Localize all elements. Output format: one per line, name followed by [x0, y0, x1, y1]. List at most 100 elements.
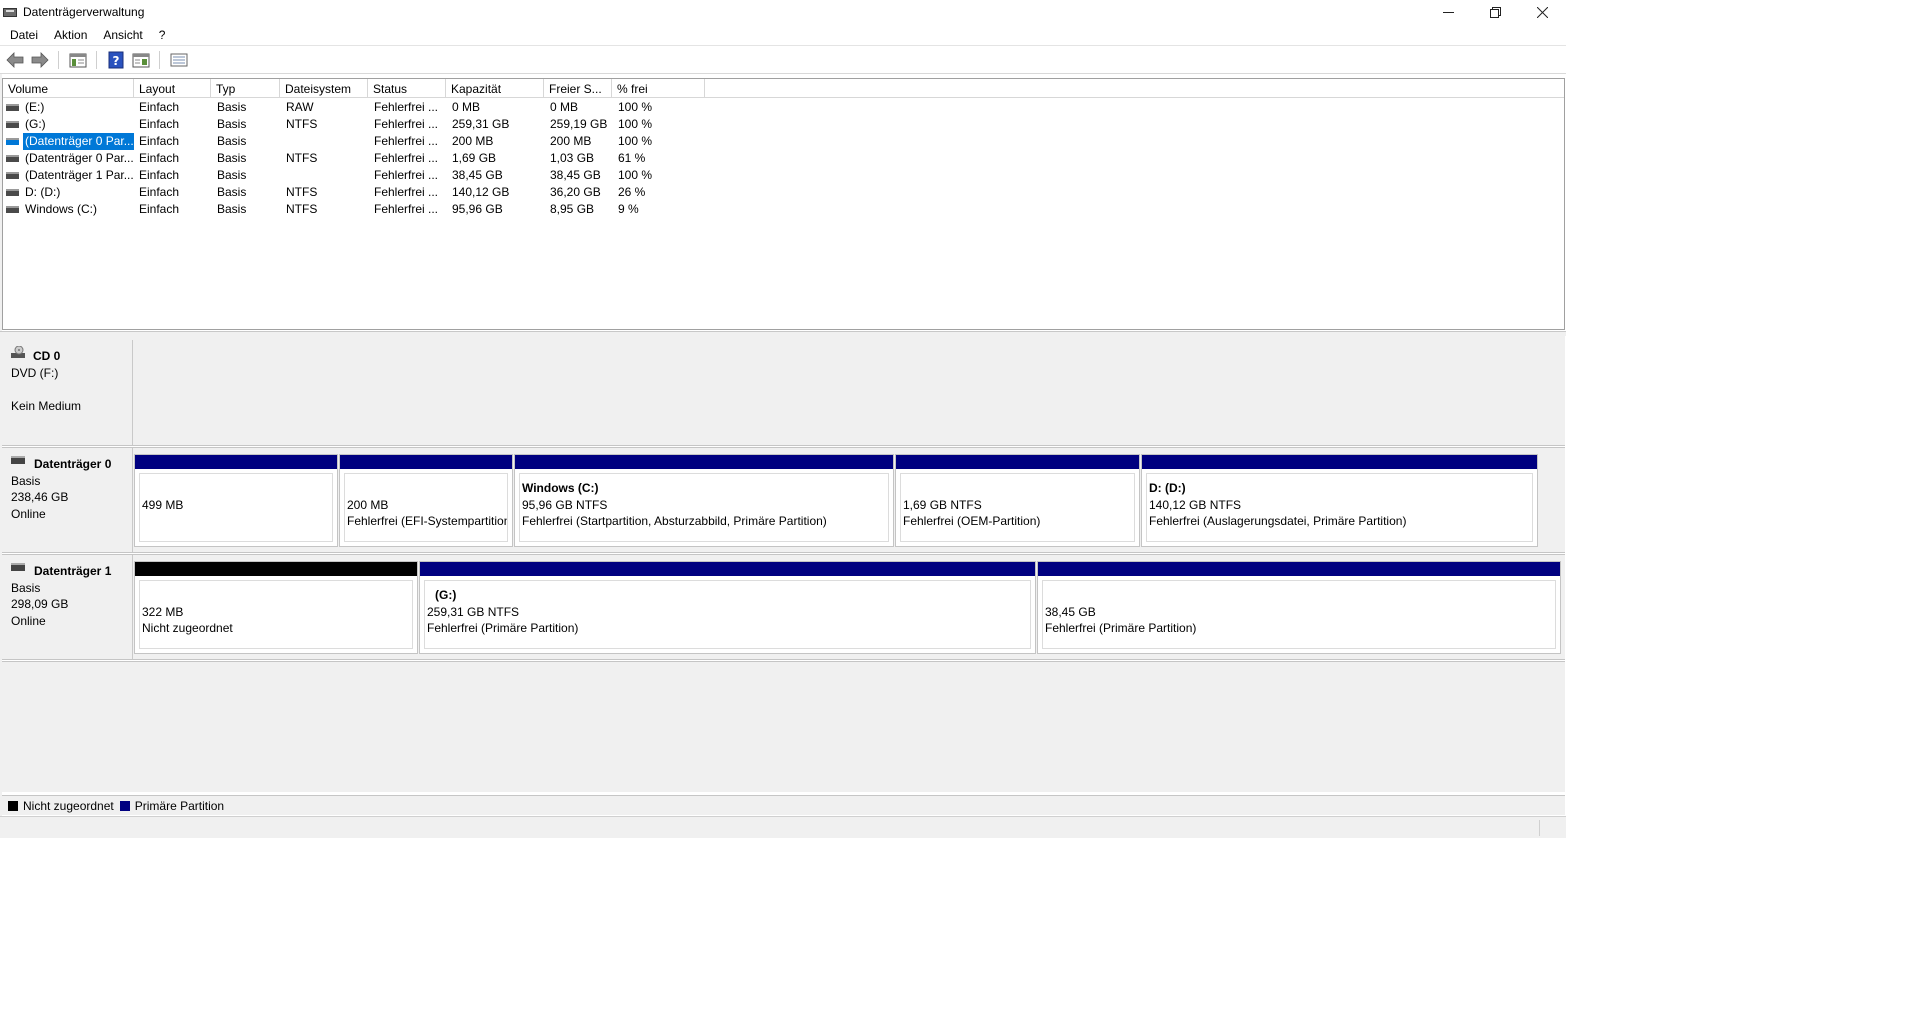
partition-disk0-recovery[interactable]: 499 MB	[134, 454, 338, 547]
disk-size: 298,09 GB	[11, 597, 69, 611]
toolbar: ?	[0, 47, 1566, 74]
partition-status: Fehlerfrei (Auslagerungsdatei, Primäre P…	[1149, 514, 1407, 528]
partition-disk0-efi[interactable]: 200 MB Fehlerfrei (EFI-Systempartition)	[339, 454, 513, 547]
volume-percent-free: 100 %	[618, 117, 653, 131]
disk-graphical-view[interactable]: CD 0 DVD (F:) Kein Medium Datenträger 0 …	[2, 336, 1565, 792]
toolbar-separator	[96, 51, 97, 69]
disk-row-cd0: CD 0 DVD (F:) Kein Medium	[2, 340, 1565, 445]
disk-info-cd0[interactable]: CD 0 DVD (F:) Kein Medium	[2, 340, 133, 445]
partition-disk0-oem[interactable]: 1,69 GB NTFS Fehlerfrei (OEM-Partition)	[895, 454, 1140, 547]
disk-type: DVD (F:)	[11, 365, 59, 380]
volume-free-space: 200 MB	[550, 134, 592, 148]
disk-info-disk0[interactable]: Datenträger 0 Basis 238,46 GB Online	[2, 448, 133, 552]
volume-row-g[interactable]: (G:) Einfach Basis NTFS Fehlerfrei ... 2…	[3, 116, 1564, 133]
back-button[interactable]	[3, 49, 27, 71]
column-header-volume[interactable]: Volume	[3, 79, 134, 98]
legend: Nicht zugeordnet Primäre Partition	[2, 795, 1565, 815]
volume-row-c[interactable]: Windows (C:) Einfach Basis NTFS Fehlerfr…	[3, 201, 1564, 218]
column-header-type[interactable]: Typ	[211, 79, 280, 98]
disk-status: Online	[11, 613, 46, 628]
partition-name: D: (D:)	[1149, 481, 1186, 495]
column-header-status[interactable]: Status	[368, 79, 446, 98]
volume-icon	[6, 206, 19, 213]
volume-capacity: 140,12 GB	[452, 185, 510, 199]
volume-percent-free: 100 %	[618, 134, 653, 148]
help-button[interactable]: ?	[104, 49, 128, 71]
hard-disk-icon	[11, 563, 25, 572]
column-header-percent-free[interactable]: % frei	[612, 79, 705, 98]
volume-layout: Einfach	[139, 134, 180, 148]
volume-type: Basis	[217, 151, 247, 165]
column-header-filesystem[interactable]: Dateisystem	[280, 79, 368, 98]
volume-layout: Einfach	[139, 202, 180, 216]
disk-management-app-icon	[3, 5, 19, 19]
menu-aktion[interactable]: Aktion	[46, 24, 95, 46]
column-header-capacity[interactable]: Kapazität	[446, 79, 544, 98]
volume-filesystem: NTFS	[286, 117, 318, 131]
volume-list-header: Volume Layout Typ Dateisystem Status Kap…	[3, 79, 1564, 98]
forward-button[interactable]	[28, 49, 52, 71]
volume-name: (Datenträger 1 Par...	[25, 168, 134, 182]
column-header-layout[interactable]: Layout	[134, 79, 211, 98]
list-view-button[interactable]	[167, 49, 191, 71]
partition-bar	[135, 562, 417, 576]
legend-swatch-primary	[119, 800, 130, 811]
partition-disk1-primary[interactable]: 38,45 GB Fehlerfrei (Primäre Partition)	[1037, 561, 1561, 654]
console-tree-icon	[69, 53, 87, 68]
show-console-tree-button[interactable]	[66, 49, 90, 71]
disk-separator	[2, 659, 1565, 662]
toolbar-separator	[58, 51, 59, 69]
partition-g[interactable]: (G:) 259,31 GB NTFS Fehlerfrei (Primäre …	[419, 561, 1036, 654]
window-title: Datenträgerverwaltung	[23, 5, 145, 19]
forward-arrow-icon	[31, 52, 49, 68]
volume-free-space: 36,20 GB	[550, 185, 601, 199]
volume-row-disk1-partition[interactable]: (Datenträger 1 Par... Einfach Basis Fehl…	[3, 167, 1564, 184]
volume-free-space: 0 MB	[550, 100, 579, 114]
partition-bar	[420, 562, 1035, 576]
volume-icon	[6, 138, 19, 145]
restore-icon	[1490, 6, 1501, 18]
partition-size: 322 MB	[142, 604, 184, 619]
volume-list[interactable]: Volume Layout Typ Dateisystem Status Kap…	[2, 78, 1565, 330]
cd-drive-icon	[11, 346, 25, 359]
partition-size: 38,45 GB	[1045, 604, 1096, 619]
close-button[interactable]	[1519, 0, 1566, 24]
volume-filesystem: RAW	[286, 100, 314, 114]
restore-button[interactable]	[1472, 0, 1519, 24]
status-bar-divider	[1539, 820, 1540, 836]
menu-help[interactable]: ?	[151, 24, 174, 46]
disk-status: Online	[11, 506, 46, 521]
volume-icon	[6, 189, 19, 196]
volume-row-disk0-partition-oem[interactable]: (Datenträger 0 Par... Einfach Basis NTFS…	[3, 150, 1564, 167]
volume-row-disk0-partition-efi[interactable]: (Datenträger 0 Par... Einfach Basis Fehl…	[3, 133, 1564, 150]
partition-windows-c[interactable]: Windows (C:) 95,96 GB NTFS Fehlerfrei (S…	[514, 454, 894, 547]
volume-capacity: 38,45 GB	[452, 168, 503, 182]
volume-icon	[6, 155, 19, 162]
volume-type: Basis	[217, 168, 247, 182]
volume-status: Fehlerfrei ...	[374, 100, 439, 114]
disk-info-disk1[interactable]: Datenträger 1 Basis 298,09 GB Online	[2, 555, 133, 659]
partition-name	[142, 587, 412, 604]
column-header-free-space[interactable]: Freier S...	[544, 79, 612, 98]
partition-status: Fehlerfrei (EFI-Systempartition)	[347, 514, 508, 528]
partition-d[interactable]: D: (D:) 140,12 GB NTFS Fehlerfrei (Ausla…	[1141, 454, 1538, 547]
properties-button[interactable]	[129, 49, 153, 71]
help-icon: ?	[108, 51, 124, 69]
volume-capacity: 0 MB	[452, 100, 481, 114]
minimize-icon	[1443, 11, 1454, 13]
menu-ansicht[interactable]: Ansicht	[95, 24, 150, 46]
volume-row-e[interactable]: (E:) Einfach Basis RAW Fehlerfrei ... 0 …	[3, 99, 1564, 116]
partition-unallocated[interactable]: 322 MB Nicht zugeordnet	[134, 561, 418, 654]
legend-swatch-unallocated	[8, 800, 18, 811]
volume-layout: Einfach	[139, 117, 180, 131]
partition-bar	[135, 455, 337, 469]
volume-row-d[interactable]: D: (D:) Einfach Basis NTFS Fehlerfrei ..…	[3, 184, 1564, 201]
minimize-button[interactable]	[1425, 0, 1472, 24]
menu-datei[interactable]: Datei	[2, 24, 46, 46]
volume-icon	[6, 121, 19, 128]
volume-capacity: 1,69 GB	[452, 151, 497, 165]
volume-filesystem: NTFS	[286, 151, 318, 165]
volume-layout: Einfach	[139, 168, 180, 182]
partition-status: Fehlerfrei (Startpartition, Absturzabbil…	[522, 514, 827, 528]
close-icon	[1537, 6, 1548, 18]
